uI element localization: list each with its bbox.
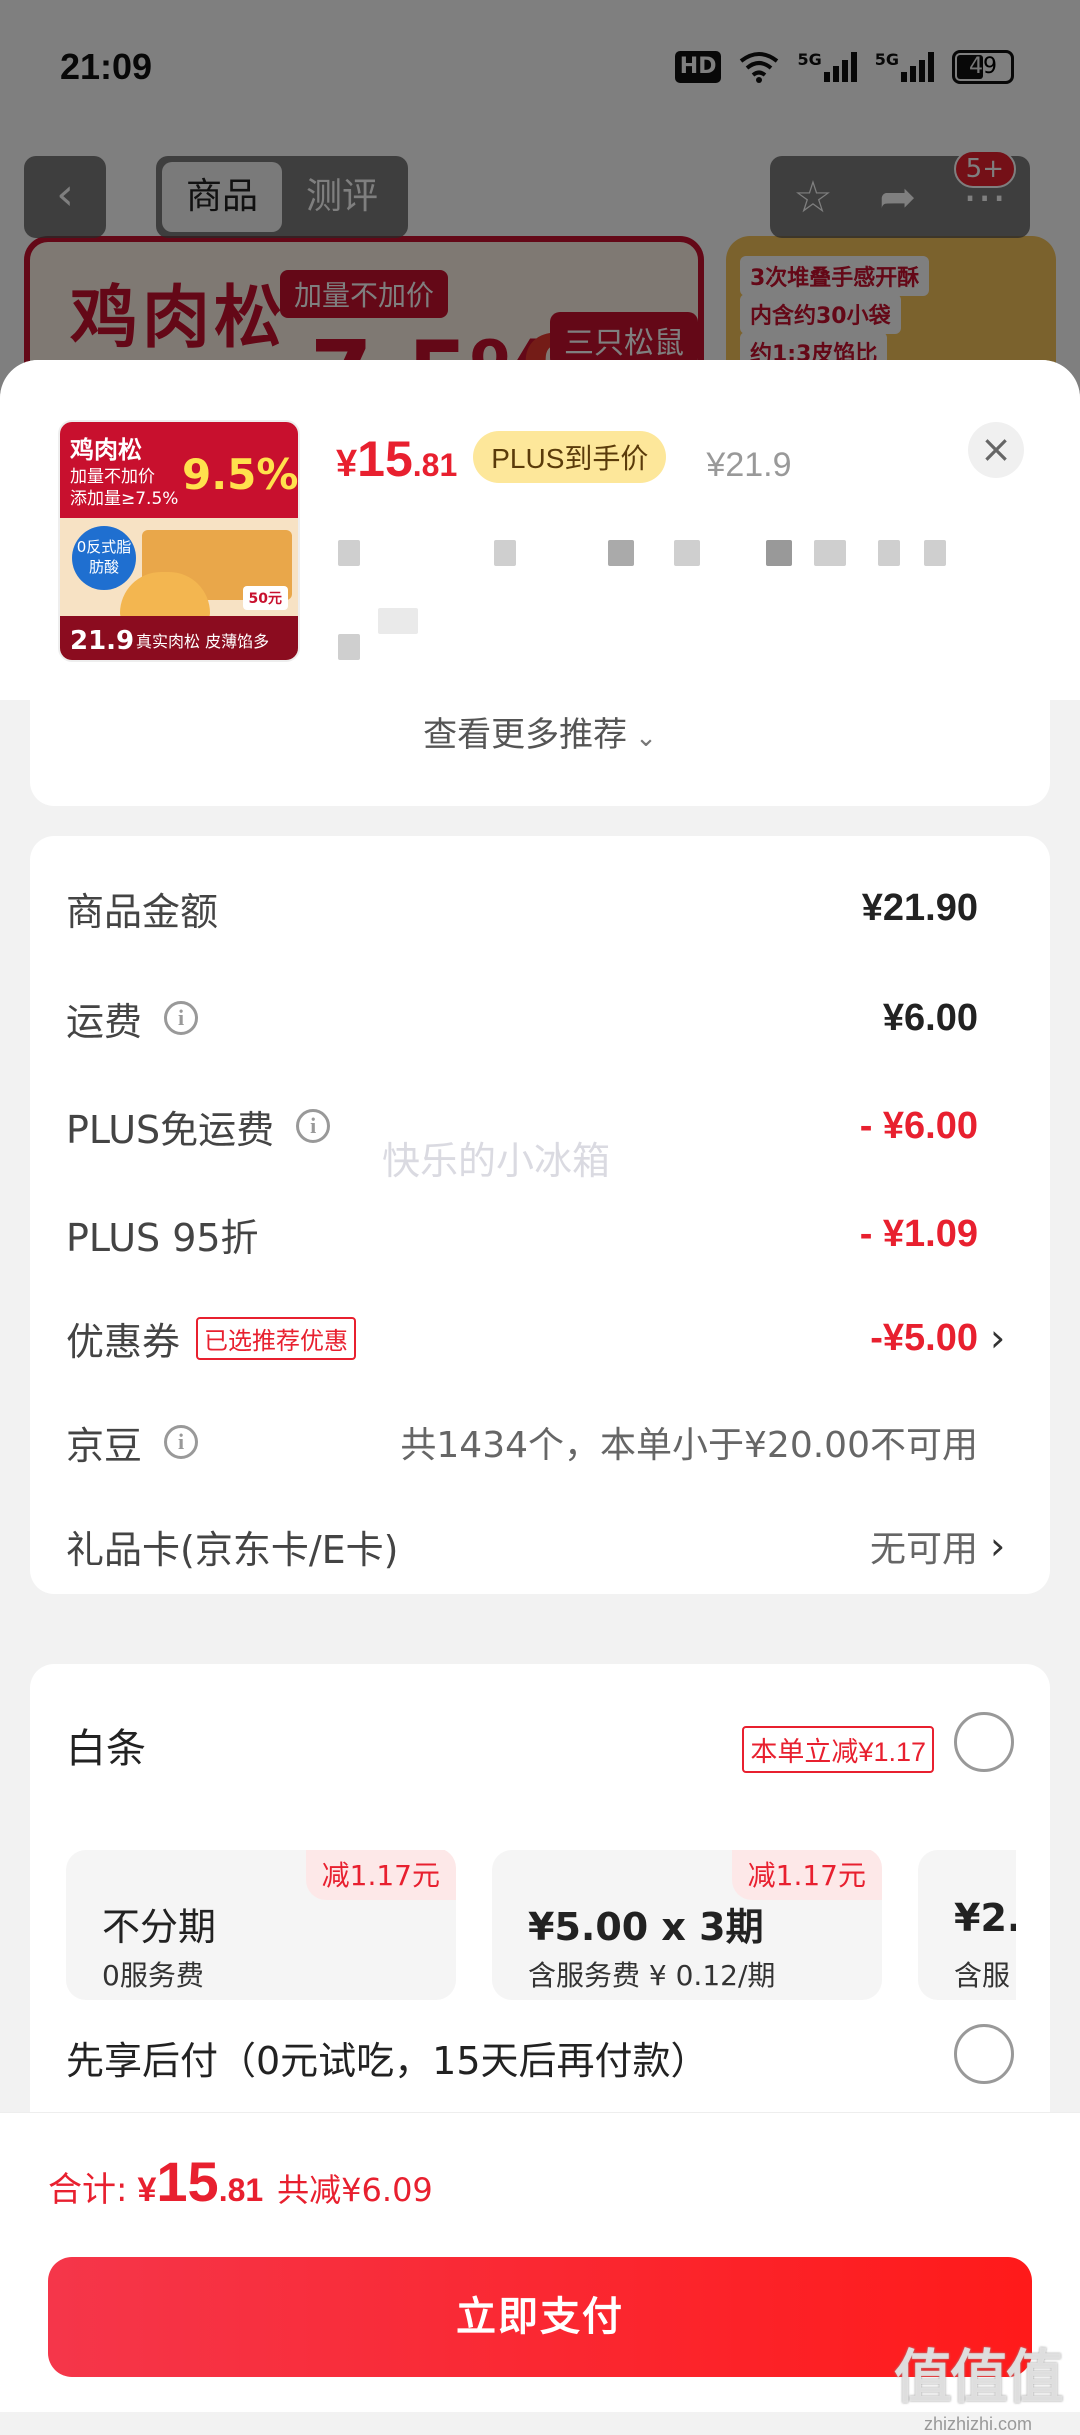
plan-option[interactable]: 减1.17元 不分期 0服务费 [66, 1850, 456, 2000]
coupon-value: -¥5.00 [870, 1316, 978, 1359]
total-line: 合计: ¥15.81 共减¥6.09 [48, 2149, 433, 2214]
plan-option[interactable]: 减1.17元 ¥5.00 x 3期 含服务费 ¥ 0.12/期 [492, 1850, 882, 2000]
plan-title: 不分期 [102, 1905, 217, 1949]
original-price: ¥21.9 [706, 446, 792, 484]
blurred-product-name [338, 540, 958, 566]
plan-title: ¥2. [954, 1896, 1016, 1940]
site-watermark-logo: 值值值 zhizhizhi.com [893, 2330, 1064, 2435]
total-label: 合计: [48, 2170, 128, 2210]
thumb-coupon: 50元 [242, 586, 288, 610]
plan-title: ¥5.00 x 3期 [528, 1905, 764, 1949]
gift-card-value: 无可用 [869, 1529, 978, 1570]
plus-discount-value: - ¥1.09 [859, 1212, 978, 1255]
close-icon: × [980, 427, 1012, 471]
product-summary: 鸡肉松 加量不加价 添加量≥7.5% 9.5% 0反式脂肪酸 50元 21.9 … [0, 360, 1080, 700]
plan-fee: 含服 [954, 1959, 1011, 1992]
goods-amount-value: ¥21.90 [861, 886, 978, 929]
thumb-badge: 0反式脂肪酸 [72, 526, 136, 590]
plan-discount-tag: 减1.17元 [731, 1850, 882, 1900]
more-recommend[interactable]: 查看更多推荐 ⌄ [30, 700, 1050, 806]
total-int: 15 [156, 2150, 219, 2213]
plus-price-tag: PLUS到手价 [473, 431, 667, 483]
thumb-slogan: 真实肉松 皮薄馅多 [136, 632, 270, 651]
jingdou-value: 共1434个，本单小于¥20.00不可用 [400, 1425, 978, 1466]
product-image: 鸡肉松 加量不加价 添加量≥7.5% 9.5% 0反式脂肪酸 50元 21.9 … [58, 420, 300, 662]
shipping-label: 运费 [66, 999, 143, 1044]
chevron-right-icon: › [990, 1316, 1006, 1360]
coupon-recommended-tag: 已选推荐优惠 [196, 1316, 357, 1360]
chevron-down-icon: ⌄ [635, 723, 657, 753]
coupon-row[interactable]: 优惠券 已选推荐优惠 -¥5.00 › [66, 1308, 1014, 1368]
coupon-label: 优惠券 [66, 1319, 181, 1364]
gift-card-label: 礼品卡(京东卡/E卡) [66, 1527, 399, 1572]
shipping-row: 运费 i ¥6.00 [66, 988, 1014, 1048]
baitiao-title: 白条 [66, 1726, 146, 1772]
goods-amount-row: 商品金额 ¥21.90 [66, 878, 1014, 938]
plus-free-shipping-label: PLUS免运费 [66, 1107, 275, 1152]
baitiao-radio[interactable] [954, 1712, 1014, 1772]
pay-now-button[interactable]: 立即支付 [48, 2257, 1032, 2377]
installment-plans: 减1.17元 不分期 0服务费 减1.17元 ¥5.00 x 3期 含服务费 ¥… [66, 1850, 1016, 2000]
bnpl-label: 先享后付（0元试吃，15天后再付款） [66, 2039, 709, 2083]
goods-amount-label: 商品金额 [66, 889, 219, 934]
more-recommend-label: 查看更多推荐 [423, 715, 628, 755]
gift-card-row[interactable]: 礼品卡(京东卡/E卡) 无可用 › [66, 1516, 1014, 1576]
info-icon[interactable]: i [164, 1425, 199, 1459]
thumb-sub: 添加量≥7.5% [70, 489, 179, 509]
total-savings: 共减¥6.09 [277, 2171, 433, 2209]
site-logo-url: zhizhizhi.com [923, 2414, 1033, 2434]
checkout-sheet: 鸡肉松 加量不加价 添加量≥7.5% 9.5% 0反式脂肪酸 50元 21.9 … [0, 360, 1080, 2412]
plan-discount-tag: 减1.17元 [305, 1850, 456, 1900]
plus-free-shipping-row: PLUS免运费 i - ¥6.00 [66, 1096, 1014, 1156]
thumb-price: 21.9 [70, 626, 135, 656]
shipping-value: ¥6.00 [882, 996, 978, 1039]
plan-fee: 含服务费 ¥ 0.12/期 [528, 1959, 776, 1992]
current-price: ¥15.81 [336, 431, 458, 487]
blurred-product-name [338, 606, 368, 660]
thumb-title: 鸡肉松 [70, 436, 142, 464]
info-icon[interactable]: i [296, 1109, 331, 1143]
site-logo-text: 值值值 [893, 2343, 1064, 2411]
plus-free-shipping-value: - ¥6.00 [859, 1104, 978, 1147]
info-icon[interactable]: i [164, 1001, 199, 1035]
plan-fee: 0服务费 [102, 1959, 204, 1992]
jingdou-label: 京豆 [66, 1423, 143, 1468]
price-summary-card: 商品金额 ¥21.90 运费 i ¥6.00 PLUS免运费 i - ¥6.00 P… [30, 836, 1050, 1594]
plan-option[interactable]: ¥2. 含服 [918, 1850, 1016, 2000]
plus-discount-row: PLUS 95折 - ¥1.09 [66, 1204, 1014, 1264]
baitiao-discount-badge: 本单立减¥1.17 [742, 1726, 934, 1773]
total-dec: .81 [218, 2172, 264, 2208]
total-currency: ¥ [137, 2171, 157, 2209]
thumb-percent: 9.5% [182, 450, 299, 499]
plus-discount-label: PLUS 95折 [66, 1215, 259, 1260]
chevron-right-icon: › [990, 1524, 1006, 1568]
close-button[interactable]: × [968, 422, 1024, 478]
price-line: ¥15.81 PLUS到手价 ¥21.9 [336, 430, 792, 491]
jingdou-row: 京豆 i 共1434个，本单小于¥20.00不可用 [66, 1412, 1014, 1472]
bnpl-radio[interactable] [954, 2024, 1014, 2084]
